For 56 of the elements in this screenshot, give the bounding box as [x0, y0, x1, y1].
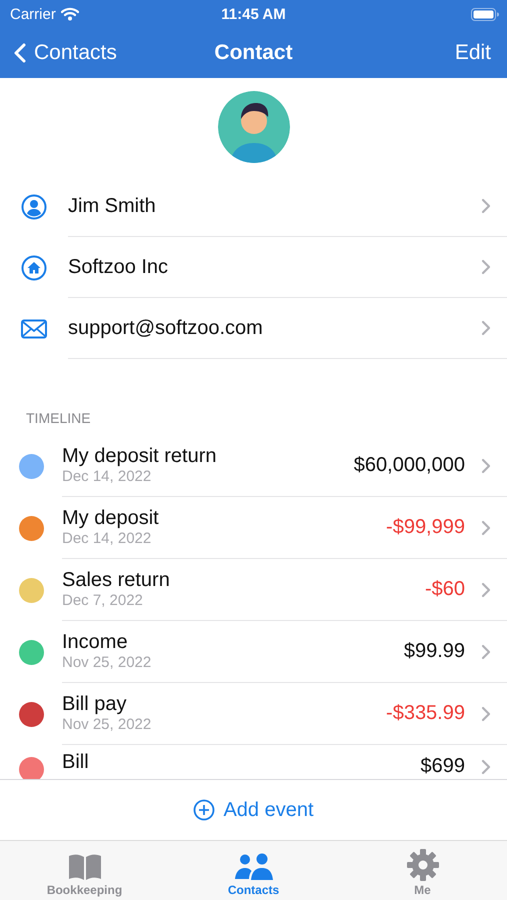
event-title: My deposit return	[62, 445, 217, 468]
plus-circle-icon	[193, 799, 216, 821]
event-title: Bill	[62, 751, 89, 774]
contact-value: Jim Smith	[68, 194, 156, 218]
book-icon	[68, 853, 102, 881]
contact-row[interactable]: Softzoo Inc	[0, 237, 507, 298]
event-amount: -$335.99	[386, 702, 465, 725]
event-date: Nov 25, 2022	[62, 716, 152, 734]
contact-row[interactable]: support@softzoo.com	[0, 298, 507, 359]
contact-row[interactable]: Jim Smith	[0, 176, 507, 237]
battery-icon	[471, 8, 499, 20]
tab[interactable]: Contacts	[169, 841, 338, 900]
chevron-icon	[481, 582, 491, 598]
timeline-row[interactable]: Sales return Dec 7, 2022 -$60	[0, 559, 507, 621]
chevron-icon	[481, 259, 491, 275]
timeline-row[interactable]: My deposit Dec 14, 2022 -$99,999	[0, 497, 507, 559]
event-amount: -$60	[424, 578, 465, 601]
edit-button[interactable]: Edit	[454, 41, 491, 65]
event-amount: $99.99	[404, 640, 465, 663]
event-title: Income	[62, 631, 129, 654]
timeline-row[interactable]: Income Nov 25, 2022 $99.99	[0, 621, 507, 683]
event-date: Dec 14, 2022	[62, 530, 152, 548]
gear-icon	[406, 849, 438, 881]
contact-value: support@softzoo.com	[68, 316, 263, 340]
event-amount: -$99,999	[386, 516, 465, 539]
people-icon	[234, 853, 274, 881]
event-title: My deposit	[62, 507, 159, 530]
back-button[interactable]: Contacts	[14, 41, 117, 65]
chevron-icon	[481, 198, 491, 214]
person-icon	[21, 194, 47, 220]
house-icon	[21, 254, 47, 280]
event-amount: $699	[420, 755, 465, 778]
event-amount: $60,000,000	[354, 454, 465, 477]
event-date: Nov 25, 2022	[62, 654, 152, 672]
chevron-icon	[481, 644, 491, 660]
chevron-icon	[481, 458, 491, 474]
envelope-icon	[21, 318, 47, 338]
screen-title: Contact	[214, 41, 293, 64]
event-title: Bill pay	[62, 693, 128, 716]
avatar	[218, 91, 290, 163]
event-title: Sales return	[62, 569, 170, 592]
wifi-icon	[60, 7, 79, 21]
chevron-icon	[481, 706, 491, 722]
timeline-row[interactable]: Bill pay Nov 25, 2022 -$335.99	[0, 683, 507, 745]
section-header: TIMELINE	[26, 410, 91, 426]
event-date: Dec 14, 2022	[62, 468, 152, 486]
timeline-row[interactable]: My deposit return Dec 14, 2022 $60,000,000	[0, 435, 507, 497]
chevron-icon	[481, 520, 491, 536]
carrier-label: Carrier	[10, 6, 56, 22]
add-event-button[interactable]: Add event	[193, 798, 314, 822]
chevron-icon	[481, 320, 491, 336]
back-chevron-icon	[14, 43, 26, 63]
contact-value: Softzoo Inc	[68, 256, 168, 278]
chevron-icon	[481, 758, 491, 774]
clock-time: 11:45 AM	[221, 6, 286, 22]
event-date: Dec 7, 2022	[62, 592, 144, 610]
